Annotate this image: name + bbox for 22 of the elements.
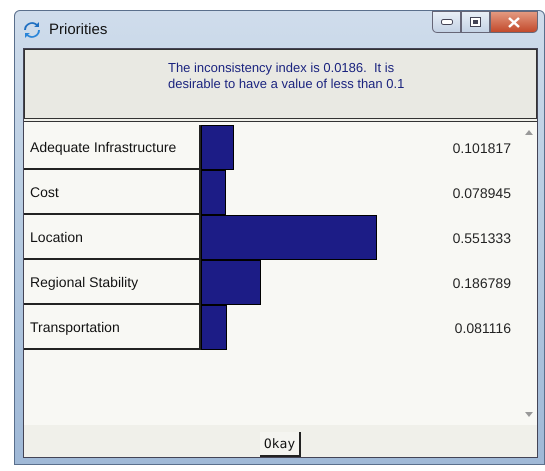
scroll-down-icon[interactable] [525,412,533,417]
criterion-label: Transportation [30,318,120,334]
priority-value: 0.186789 [452,274,511,290]
window-title: Priorities [49,21,108,38]
scroll-up-icon[interactable] [525,130,533,135]
minimize-icon [440,19,452,25]
okay-button[interactable]: Okay [260,432,302,457]
close-button[interactable] [490,11,538,33]
priority-value: 0.081116 [454,320,511,336]
refresh-icon [23,20,41,38]
criterion-label: Cost [30,184,59,200]
priority-value: 0.551333 [452,230,511,246]
priority-value: 0.078945 [452,184,511,200]
maximize-icon [470,17,481,27]
criterion-label: Location [30,228,83,244]
minimize-button[interactable] [432,11,461,33]
criterion-label: Adequate Infrastructure [30,138,176,154]
priority-value: 0.101817 [452,140,511,156]
criterion-label: Regional Stability [30,274,138,290]
close-icon [508,16,520,28]
inconsistency-message: The inconsistency index is 0.0186. It is desirable to have a value of less than 0.1 [168,59,406,93]
maximize-button[interactable] [461,11,490,33]
